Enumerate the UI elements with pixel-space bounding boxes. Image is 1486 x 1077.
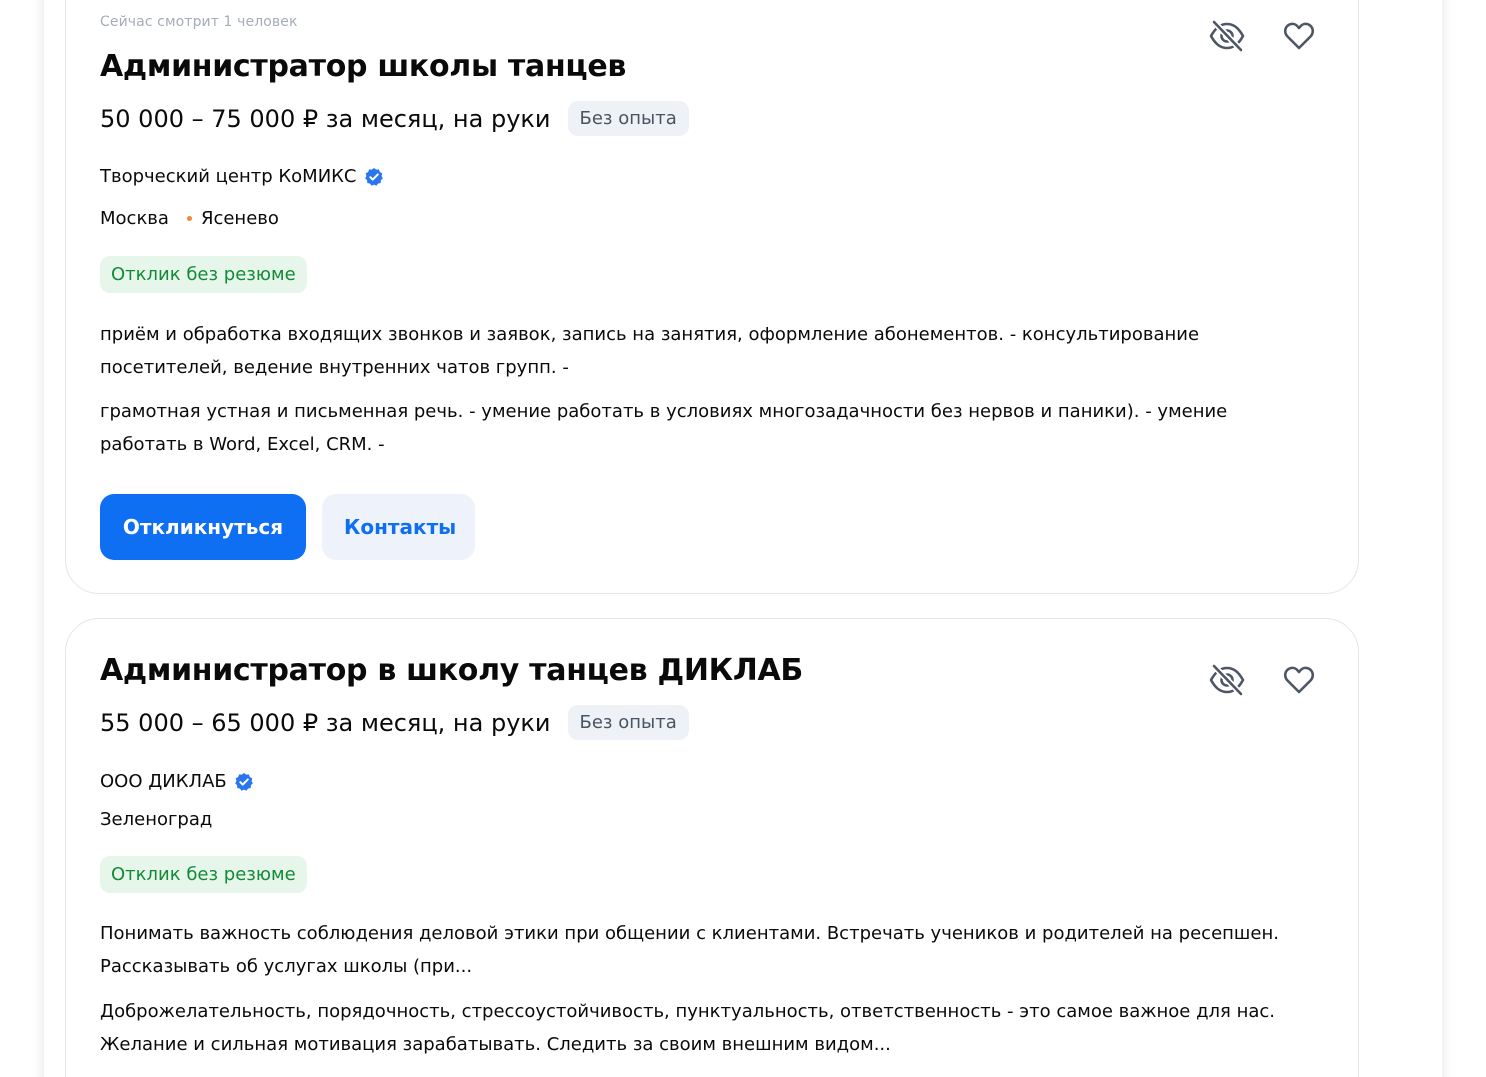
vacancy-responsibilities: приём и обработка входящих звонков и зая…	[100, 324, 1200, 378]
vacancy-card: Администратор в школу танцев ДИКЛАБ 55 0…	[65, 618, 1359, 1077]
city: Москва	[100, 208, 169, 229]
heart-icon	[1283, 22, 1315, 50]
verified-icon	[364, 167, 383, 186]
company-row: ООО ДИКЛАБ	[100, 771, 254, 792]
salary: 50 000 – 75 000 ₽ за месяц, на руки	[100, 104, 551, 133]
company-row: Творческий центр КоМИКС	[100, 166, 384, 187]
vacancy-card: Сейчас смотрит 1 человек Администратор ш…	[65, 0, 1359, 594]
city: Зеленоград	[100, 809, 213, 830]
company-link[interactable]: Творческий центр КоМИКС	[100, 166, 357, 187]
response-without-resume-badge: Отклик без резюме	[100, 256, 307, 293]
location-row: Москва Ясенево	[100, 208, 279, 229]
experience-badge: Без опыта	[567, 705, 689, 740]
hide-icon	[1209, 19, 1245, 53]
response-without-resume-badge: Отклик без резюме	[100, 856, 307, 893]
vacancy-requirements: грамотная устная и письменная речь. - ум…	[100, 401, 1228, 455]
vacancy-requirements: Доброжелательность, порядочность, стресс…	[100, 1001, 1276, 1055]
vacancy-title-link[interactable]: Администратор школы танцев	[100, 49, 626, 84]
metro-line-dot	[186, 216, 192, 221]
apply-button[interactable]: Откликнуться	[100, 494, 306, 560]
company-link[interactable]: ООО ДИКЛАБ	[100, 771, 227, 792]
page: Сейчас смотрит 1 человек Администратор ш…	[0, 0, 1486, 1077]
viewers-counter: Сейчас смотрит 1 человек	[100, 14, 298, 30]
favorite-button[interactable]	[1277, 658, 1321, 702]
verified-icon	[234, 772, 253, 791]
location-row: Зеленоград	[100, 809, 212, 830]
hide-icon	[1209, 663, 1245, 697]
vacancy-title-link[interactable]: Администратор в школу танцев ДИКЛАБ	[100, 653, 803, 688]
vacancy-responsibilities: Понимать важность соблюдения деловой эти…	[100, 923, 1279, 977]
hide-vacancy-button[interactable]	[1205, 658, 1249, 702]
hide-vacancy-button[interactable]	[1205, 14, 1249, 58]
contacts-button[interactable]: Контакты	[322, 494, 475, 560]
salary-row: 55 000 – 65 000 ₽ за месяц, на руки Без …	[100, 705, 689, 740]
salary: 55 000 – 65 000 ₽ за месяц, на руки	[100, 708, 551, 737]
metro-station: Ясенево	[200, 208, 279, 229]
experience-badge: Без опыта	[567, 101, 689, 136]
salary-row: 50 000 – 75 000 ₽ за месяц, на руки Без …	[100, 101, 689, 136]
favorite-button[interactable]	[1277, 14, 1321, 58]
heart-icon	[1283, 666, 1315, 694]
